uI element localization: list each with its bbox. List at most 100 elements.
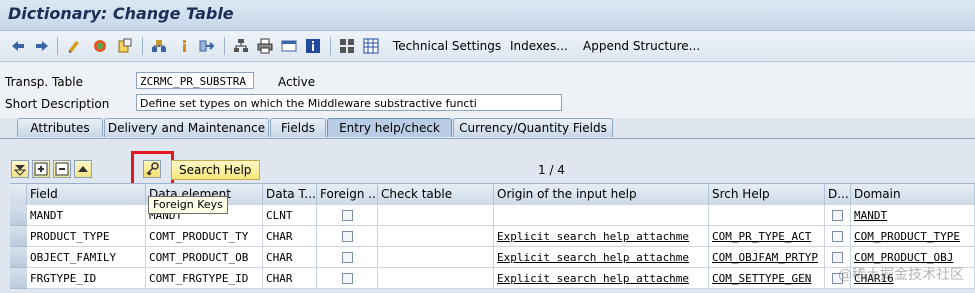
select-all-icon — [13, 165, 27, 176]
search-help-text[interactable]: COM_PR_TYPE_ACT — [712, 230, 811, 243]
tab-fields[interactable]: Fields — [270, 118, 326, 137]
row-selector[interactable] — [10, 268, 27, 289]
cell-check-table[interactable] — [378, 205, 494, 226]
insert-row-icon — [34, 162, 48, 176]
insert-row-button[interactable] — [32, 160, 50, 178]
tab-attributes[interactable]: Attributes — [17, 118, 103, 137]
d-checkbox[interactable] — [832, 252, 843, 263]
cell-search-help[interactable]: COM_SETTYPE_GEN — [709, 268, 825, 289]
transp-table-field[interactable]: ZCRMC_PR_SUBSTRA — [136, 72, 254, 89]
forward-icon — [36, 41, 48, 51]
cell-data-type: CHAR — [263, 226, 317, 247]
cell-domain[interactable]: MANDT — [851, 205, 975, 226]
hierarchy-button[interactable] — [233, 37, 249, 55]
technical-settings-button[interactable]: Technical Settings — [393, 39, 501, 53]
cell-data-element[interactable]: COMT_PRODUCT_OB — [146, 247, 263, 268]
short-description-label: Short Description — [5, 97, 110, 111]
deselect-icon — [78, 166, 88, 172]
row-selector[interactable] — [10, 226, 27, 247]
cell-origin[interactable]: Explicit search help attachme — [494, 247, 709, 268]
col-search-help[interactable]: Srch Help — [709, 184, 825, 205]
domain-text[interactable]: MANDT — [854, 209, 887, 222]
foreign-key-checkbox[interactable] — [342, 210, 353, 221]
cell-data-element[interactable]: COMT_FRGTYPE_ID — [146, 268, 263, 289]
col-field[interactable]: Field — [27, 184, 146, 205]
where-used-icon — [152, 40, 166, 52]
cell-foreign-key — [317, 226, 378, 247]
cell-origin[interactable]: Explicit search help attachme — [494, 226, 709, 247]
col-d[interactable]: D... — [825, 184, 851, 205]
cell-check-table[interactable] — [378, 268, 494, 289]
cell-data-type: CHAR — [263, 268, 317, 289]
other-object-icon — [118, 38, 132, 53]
cell-field[interactable]: OBJECT_FAMILY — [27, 247, 146, 268]
search-help-text[interactable]: COM_SETTYPE_GEN — [712, 272, 811, 285]
col-foreign-key[interactable]: Foreign ... — [317, 184, 378, 205]
cell-data-element[interactable]: COMT_PRODUCT_TY — [146, 226, 263, 247]
application-toolbar: Technical Settings Indexes... Append Str… — [0, 31, 975, 62]
cell-foreign-key — [317, 205, 378, 226]
search-help-text[interactable]: COM_OBJFAM_PRTYP — [712, 251, 818, 264]
d-checkbox[interactable] — [832, 231, 843, 242]
foreign-key-checkbox[interactable] — [342, 231, 353, 242]
append-structure-button[interactable]: Append Structure... — [583, 39, 700, 53]
foreign-key-checkbox[interactable] — [342, 252, 353, 263]
forward-button[interactable] — [34, 37, 50, 55]
cell-field[interactable]: FRGTYPE_ID — [27, 268, 146, 289]
layout-icon — [340, 39, 354, 53]
search-help-button[interactable]: Search Help — [171, 160, 260, 180]
short-description-field[interactable]: Define set types on which the Middleware… — [136, 94, 562, 111]
cell-check-table[interactable] — [378, 226, 494, 247]
domain-text[interactable]: COM_PRODUCT_TYPE — [854, 230, 960, 243]
info-button[interactable] — [305, 37, 321, 55]
cell-search-help[interactable]: COM_PR_TYPE_ACT — [709, 226, 825, 247]
navigate-button[interactable] — [199, 37, 215, 55]
delete-row-button[interactable] — [53, 160, 71, 178]
cell-search-help[interactable]: COM_OBJFAM_PRTYP — [709, 247, 825, 268]
d-checkbox[interactable] — [832, 210, 843, 221]
other-object-button[interactable] — [117, 37, 133, 55]
print-button[interactable] — [257, 37, 273, 55]
cell-domain[interactable]: COM_PRODUCT_TYPE — [851, 226, 975, 247]
info-small-button[interactable] — [176, 37, 192, 55]
cell-check-table[interactable] — [378, 247, 494, 268]
activate-button[interactable] — [92, 37, 108, 55]
cell-origin[interactable] — [494, 205, 709, 226]
tab-currency-quantity[interactable]: Currency/Quantity Fields — [453, 118, 613, 137]
transp-table-label: Transp. Table — [5, 75, 83, 89]
title-bar: Dictionary: Change Table — [0, 0, 975, 31]
cell-field[interactable]: MANDT — [27, 205, 146, 226]
cell-field[interactable]: PRODUCT_TYPE — [27, 226, 146, 247]
col-domain[interactable]: Domain — [851, 184, 975, 205]
layout-button[interactable] — [339, 37, 355, 55]
domain-text[interactable]: COM_PRODUCT_OBJ — [854, 251, 953, 264]
table-button[interactable] — [363, 37, 379, 55]
print-icon — [257, 38, 273, 54]
col-check-table[interactable]: Check table — [378, 184, 494, 205]
check-button[interactable] — [67, 37, 83, 55]
display-button[interactable] — [281, 37, 297, 55]
col-origin[interactable]: Origin of the input help — [494, 184, 709, 205]
origin-text[interactable]: Explicit search help attachme — [497, 272, 689, 285]
tab-delivery-maintenance[interactable]: Delivery and Maintenance — [104, 118, 269, 137]
table-row: FRGTYPE_ID COMT_FRGTYPE_ID CHAR Explicit… — [0, 268, 975, 289]
row-selector[interactable] — [10, 247, 27, 268]
foreign-key-checkbox[interactable] — [342, 273, 353, 284]
row-selector[interactable] — [10, 205, 27, 226]
cell-origin[interactable]: Explicit search help attachme — [494, 268, 709, 289]
origin-text[interactable]: Explicit search help attachme — [497, 230, 689, 243]
tab-entry-help-check[interactable]: Entry help/check — [327, 118, 452, 137]
deselect-button[interactable] — [74, 160, 92, 178]
select-all-button[interactable] — [11, 160, 29, 178]
table-icon — [363, 38, 379, 54]
cell-foreign-key — [317, 247, 378, 268]
status-text: Active — [278, 75, 316, 89]
row-selector-header[interactable] — [10, 184, 27, 205]
indexes-button[interactable]: Indexes... — [510, 39, 568, 53]
where-used-button[interactable] — [151, 37, 167, 55]
col-data-type[interactable]: Data T... — [263, 184, 317, 205]
origin-text[interactable]: Explicit search help attachme — [497, 251, 689, 264]
back-button[interactable] — [10, 37, 26, 55]
cell-search-help[interactable] — [709, 205, 825, 226]
display-icon — [281, 40, 297, 52]
